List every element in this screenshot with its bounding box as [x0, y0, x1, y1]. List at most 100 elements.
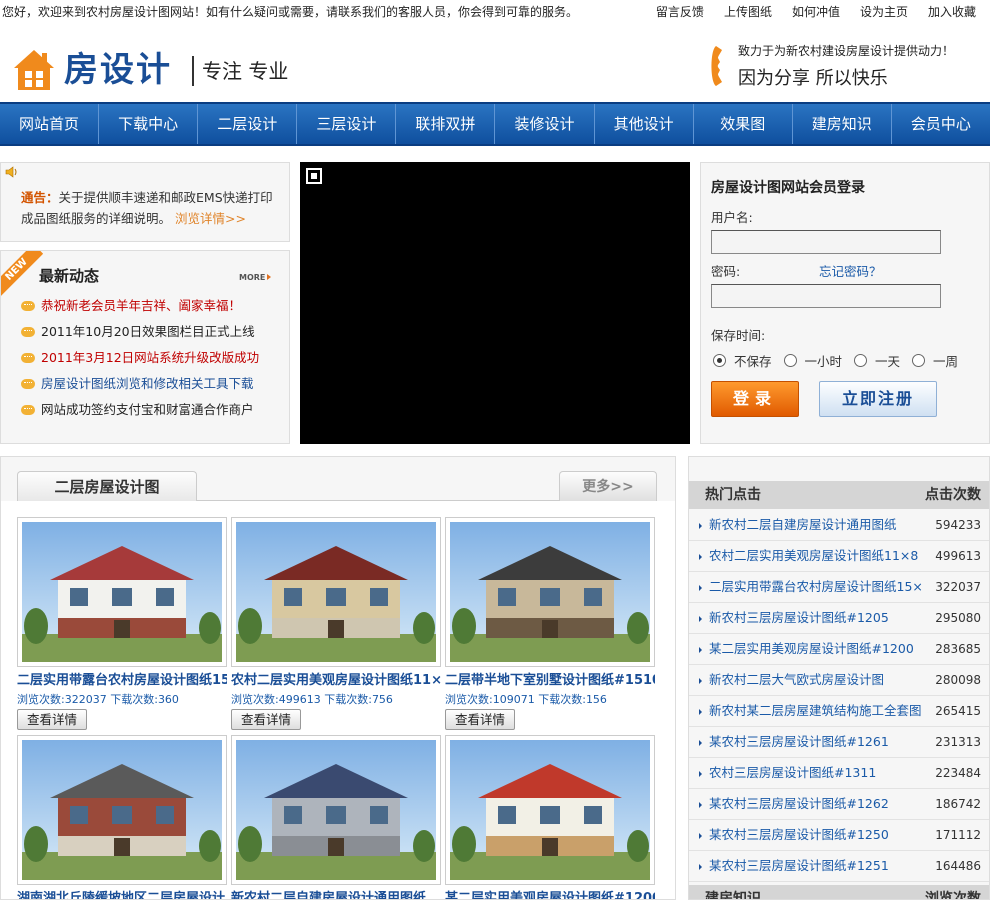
news-item-text[interactable]: 房屋设计图纸浏览和修改相关工具下载: [41, 376, 254, 391]
hot-click-item[interactable]: 某二层实用美观房屋设计图纸#1200 283685: [689, 634, 989, 665]
design-thumbnail[interactable]: [445, 735, 655, 885]
design-thumbnail[interactable]: [17, 735, 227, 885]
radio-no-save[interactable]: [713, 354, 726, 367]
design-thumbnail[interactable]: [231, 735, 441, 885]
nav-member[interactable]: 会员中心: [892, 104, 990, 144]
banner-control-icon[interactable]: [306, 168, 322, 184]
hot-click-title[interactable]: 新农村某二层房屋建筑结构施工全套图: [709, 696, 927, 726]
radio-one-day[interactable]: [854, 354, 868, 367]
hot-click-item[interactable]: 新农村二层自建房屋设计通用图纸 594233: [689, 510, 989, 541]
news-item-text[interactable]: 2011年3月12日网站系统升级改版成功: [41, 350, 259, 365]
knowledge-title: 建房知识: [705, 891, 761, 900]
password-input[interactable]: [711, 284, 941, 308]
hot-clicks-header: 热门点击 点击次数: [689, 481, 989, 509]
hot-click-item[interactable]: 新农村某二层房屋建筑结构施工全套图 265415: [689, 696, 989, 727]
bullet-icon: [699, 740, 702, 746]
nav-townhouse[interactable]: 联排双拼: [396, 104, 496, 144]
news-more-link[interactable]: MORE: [239, 273, 271, 282]
forgot-password-link[interactable]: 忘记密码？: [819, 261, 882, 280]
notice-box: 通告：关于提供顺丰速递和邮政EMS快递打印成品图纸服务的详细说明。 浏览详情>>: [0, 162, 290, 242]
news-item-text[interactable]: 2011年10月20日效果图栏目正式上线: [41, 324, 255, 339]
hot-click-title[interactable]: 二层实用带露台农村房屋设计图纸15×: [709, 572, 927, 602]
top-link-favorite[interactable]: 加入收藏: [928, 0, 976, 24]
nav-renderings[interactable]: 效果图: [694, 104, 793, 144]
hot-click-item[interactable]: 某农村三层房屋设计图纸#1262 186742: [689, 789, 989, 820]
house-logo-icon[interactable]: [12, 48, 56, 92]
design-title[interactable]: 二层带半地下室别墅设计图纸#1510: [445, 669, 655, 688]
nav-knowledge[interactable]: 建房知识: [793, 104, 892, 144]
hot-click-title[interactable]: 某农村三层房屋设计图纸#1251: [709, 851, 927, 881]
notice-more-link[interactable]: 浏览详情>>: [175, 211, 246, 226]
nav-download[interactable]: 下载中心: [99, 104, 199, 144]
house-image[interactable]: [22, 740, 222, 880]
design-thumbnail[interactable]: [231, 517, 441, 667]
news-item-text[interactable]: 恭祝新老会员羊年吉祥、阖家幸福！: [41, 298, 241, 313]
house-image[interactable]: [450, 740, 650, 880]
hot-click-item[interactable]: 某农村三层房屋设计图纸#1250 171112: [689, 820, 989, 851]
banner-slideshow[interactable]: [300, 162, 690, 444]
downloads-count: 360: [157, 693, 179, 706]
hot-click-item[interactable]: 农村二层实用美观房屋设计图纸11×8 499613: [689, 541, 989, 572]
hot-click-item[interactable]: 某农村三层房屋设计图纸#1251 164486: [689, 851, 989, 882]
hot-click-title[interactable]: 某农村三层房屋设计图纸#1261: [709, 727, 927, 757]
news-item-text[interactable]: 网站成功签约支付宝和财富通合作商户: [41, 402, 254, 417]
design-title[interactable]: 某二层实用美观房屋设计图纸#1200: [445, 887, 655, 899]
gallery-more-button[interactable]: 更多>>: [559, 471, 657, 501]
radio-one-hour[interactable]: [783, 354, 797, 367]
news-item[interactable]: 网站成功签约支付宝和财富通合作商户: [21, 397, 259, 423]
hot-click-title[interactable]: 新农村二层大气欧式房屋设计图: [709, 665, 927, 695]
design-thumbnail[interactable]: [17, 517, 227, 667]
hot-click-item[interactable]: 某农村三层房屋设计图纸#1261 231313: [689, 727, 989, 758]
downloads-label: 下载次数:: [538, 693, 586, 706]
view-detail-button[interactable]: 查看详情: [17, 709, 87, 730]
design-title[interactable]: 农村二层实用美观房屋设计图纸11×8: [231, 669, 441, 688]
speech-bubble-icon: [21, 379, 35, 389]
username-label: 用户名:: [711, 210, 753, 225]
news-item[interactable]: 恭祝新老会员羊年吉祥、阖家幸福！: [21, 293, 259, 319]
gallery-tab[interactable]: 二层房屋设计图: [17, 471, 197, 501]
news-item[interactable]: 房屋设计图纸浏览和修改相关工具下载: [21, 371, 259, 397]
latest-news: NEW 最新动态 MORE 恭祝新老会员羊年吉祥、阖家幸福！ 2011年10月2…: [0, 250, 290, 444]
design-title[interactable]: 湖南湖北丘陵缓坡地区二层房屋设计: [17, 887, 227, 899]
register-button[interactable]: 立即注册: [819, 381, 937, 417]
hot-click-item[interactable]: 二层实用带露台农村房屋设计图纸15× 322037: [689, 572, 989, 603]
house-image[interactable]: [22, 522, 222, 662]
news-item[interactable]: 2011年3月12日网站系统升级改版成功: [21, 345, 259, 371]
hot-click-title[interactable]: 农村三层房屋设计图纸#1311: [709, 758, 927, 788]
view-detail-button[interactable]: 查看详情: [231, 709, 301, 730]
hot-click-title[interactable]: 新农村三层房屋设计图纸#1205: [709, 603, 927, 633]
top-link-recharge[interactable]: 如何冲值: [792, 0, 840, 24]
hot-click-item[interactable]: 新农村二层大气欧式房屋设计图 280098: [689, 665, 989, 696]
hot-click-title[interactable]: 新农村二层自建房屋设计通用图纸: [709, 510, 927, 540]
hot-click-item[interactable]: 农村三层房屋设计图纸#1311 223484: [689, 758, 989, 789]
hot-click-title[interactable]: 某农村三层房屋设计图纸#1250: [709, 820, 927, 850]
hot-click-title[interactable]: 某二层实用美观房屋设计图纸#1200: [709, 634, 927, 664]
top-link-upload[interactable]: 上传图纸: [724, 0, 772, 24]
logo-text[interactable]: 房设计: [64, 48, 172, 92]
design-thumbnail[interactable]: [445, 517, 655, 667]
news-item[interactable]: 2011年10月20日效果图栏目正式上线: [21, 319, 259, 345]
nav-decoration[interactable]: 装修设计: [495, 104, 595, 144]
nav-two-floor[interactable]: 二层设计: [198, 104, 298, 144]
hot-click-count: 186742: [935, 797, 981, 811]
login-button[interactable]: 登录: [711, 381, 799, 417]
nav-three-floor[interactable]: 三层设计: [297, 104, 397, 144]
hot-click-item[interactable]: 新农村三层房屋设计图纸#1205 295080: [689, 603, 989, 634]
house-image[interactable]: [450, 522, 650, 662]
view-detail-button[interactable]: 查看详情: [445, 709, 515, 730]
username-input[interactable]: [711, 230, 941, 254]
views-count: 499613: [278, 693, 321, 706]
design-title[interactable]: 二层实用带露台农村房屋设计图纸1548: [17, 669, 227, 688]
nav-home[interactable]: 网站首页: [0, 104, 100, 144]
house-image[interactable]: [236, 740, 436, 880]
house-image[interactable]: [236, 522, 436, 662]
hot-click-title[interactable]: 农村二层实用美观房屋设计图纸11×8: [709, 541, 927, 571]
top-link-feedback[interactable]: 留言反馈: [656, 0, 704, 24]
views-count: 109071: [492, 693, 535, 706]
hot-click-title[interactable]: 某农村三层房屋设计图纸#1262: [709, 789, 927, 819]
nav-other[interactable]: 其他设计: [595, 104, 694, 144]
design-title[interactable]: 新农村二层自建房屋设计通用图纸: [231, 887, 441, 899]
hot-click-count: 223484: [935, 766, 981, 780]
top-link-homepage[interactable]: 设为主页: [860, 0, 908, 24]
radio-one-week[interactable]: [912, 354, 926, 367]
